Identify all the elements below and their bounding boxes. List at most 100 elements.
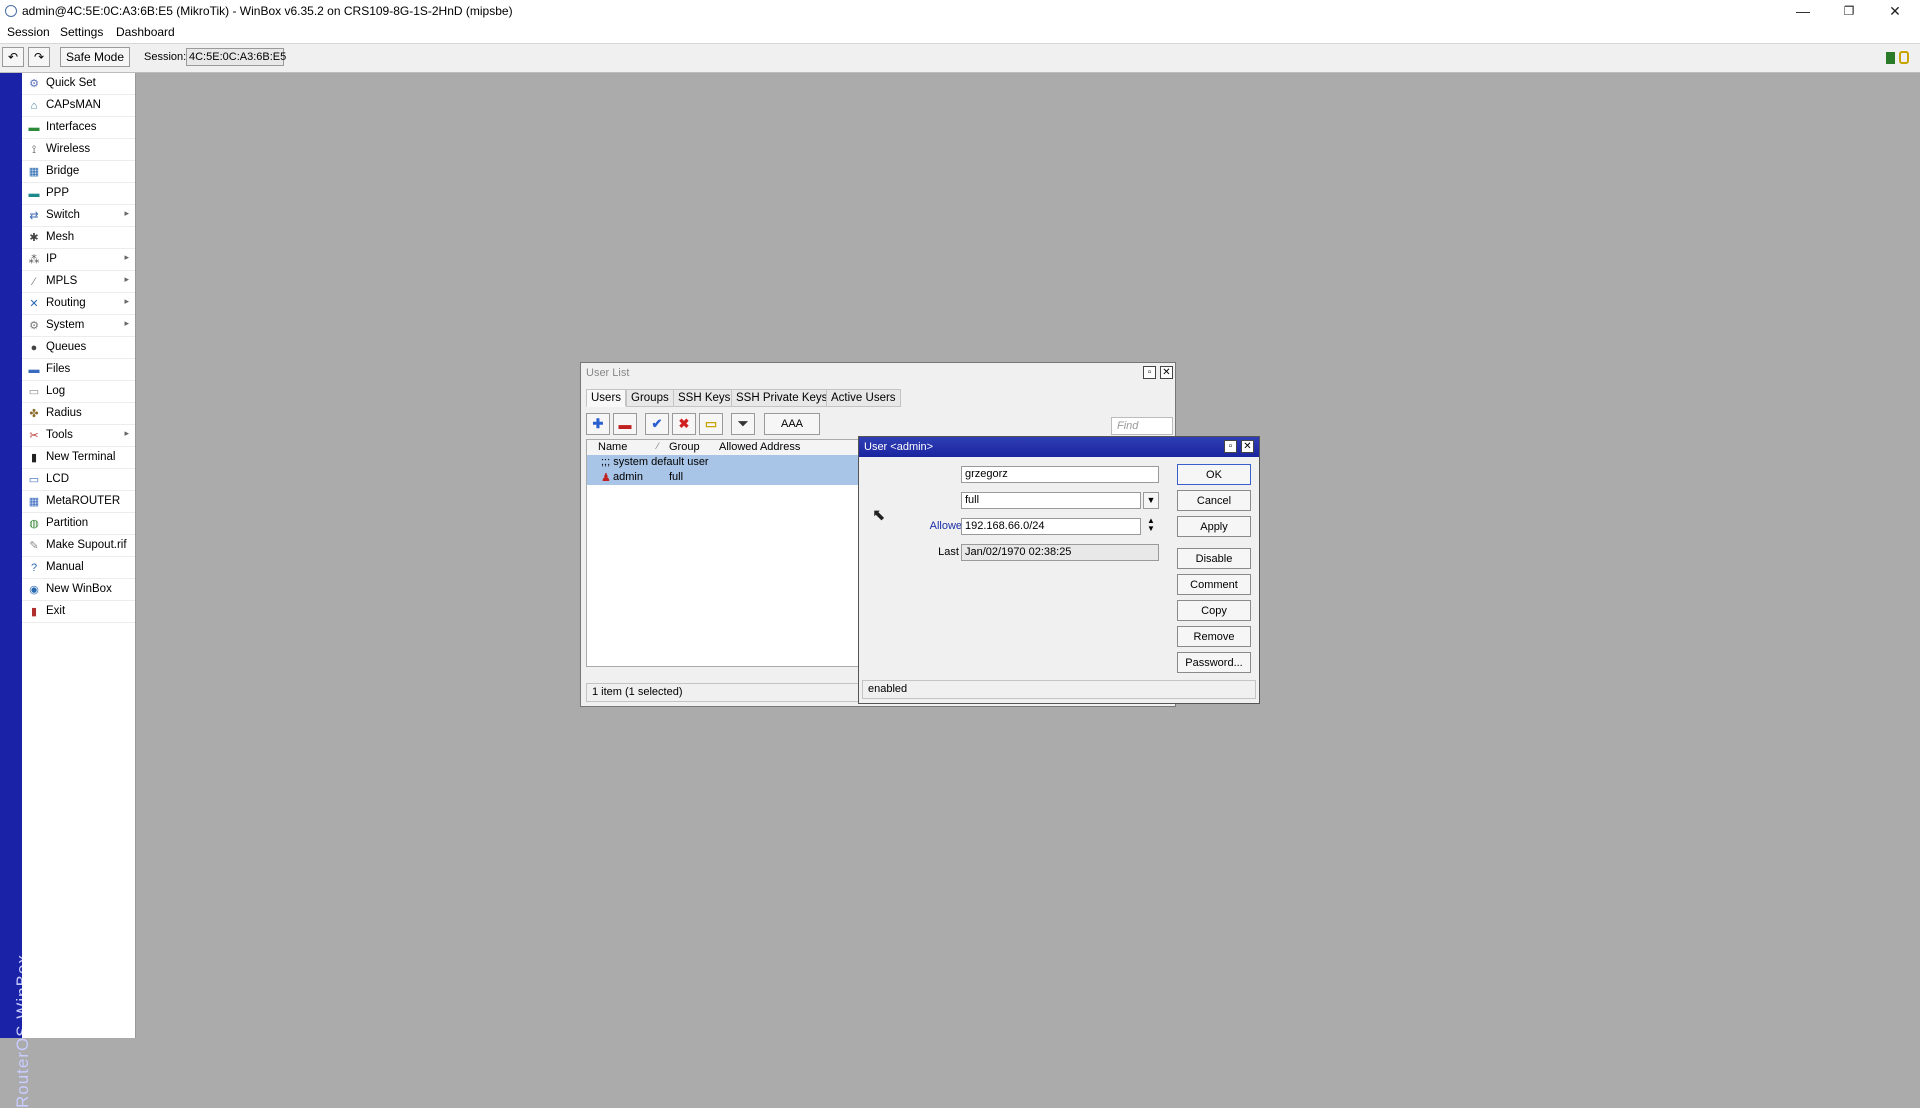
new-winbox-icon: ◉: [29, 584, 39, 596]
sidebar-item-label: Mesh: [46, 231, 75, 243]
password-button[interactable]: Password...: [1177, 652, 1251, 673]
sidebar-item-interfaces[interactable]: ▬ Interfaces: [22, 117, 135, 139]
menu-session[interactable]: Session: [7, 25, 50, 39]
switch-icon: ⇄: [29, 210, 39, 222]
aaa-button[interactable]: AAA: [764, 413, 820, 435]
up-down-arrows-icon[interactable]: ▲ ▼: [1145, 517, 1157, 535]
table-row[interactable]: ♟ admin full: [587, 470, 863, 485]
add-button[interactable]: ✚: [586, 413, 610, 435]
name-field[interactable]: grzegorz: [961, 466, 1159, 483]
minimize-button[interactable]: —: [1780, 0, 1826, 22]
window-title: admin@4C:5E:0C:A3:6B:E5 (MikroTik) - Win…: [22, 4, 513, 18]
menu-settings[interactable]: Settings: [60, 25, 103, 39]
comment-button[interactable]: ▭: [699, 413, 723, 435]
redo-icon: ↷: [33, 50, 45, 64]
session-field[interactable]: 4C:5E:0C:A3:6B:E5: [186, 48, 286, 66]
filter-button[interactable]: ⏷: [731, 413, 755, 435]
winbox-app-icon: [5, 5, 17, 17]
sidebar-item-ip[interactable]: ⁂ IP ▸: [22, 249, 135, 271]
sidebar-item-switch[interactable]: ⇄ Switch ▸: [22, 205, 135, 227]
column-allowed-address[interactable]: Allowed Address: [719, 441, 800, 453]
sidebar-item-label: MetaROUTER: [46, 495, 121, 507]
sidebar-item-new-terminal[interactable]: ▮ New Terminal: [22, 447, 135, 469]
sidebar-item-queues[interactable]: ● Queues: [22, 337, 135, 359]
sidebar-item-wireless[interactable]: ⟟ Wireless: [22, 139, 135, 161]
sidebar-item-mesh[interactable]: ✱ Mesh: [22, 227, 135, 249]
sidebar-item-mpls[interactable]: ⁄ MPLS ▸: [22, 271, 135, 293]
submenu-arrow-icon: ▸: [124, 208, 129, 218]
column-group[interactable]: Group: [669, 441, 700, 453]
sidebar-item-ppp[interactable]: ▬ PPP: [22, 183, 135, 205]
sidebar-item-label: Tools: [46, 429, 73, 441]
sidebar-item-label: Files: [46, 363, 71, 375]
sidebar-item-capsman[interactable]: ⌂ CAPsMAN: [22, 95, 135, 117]
sidebar-item-exit[interactable]: ▮ Exit: [22, 601, 135, 623]
sidebar-item-routing[interactable]: ✕ Routing ▸: [22, 293, 135, 315]
sidebar-item-lcd[interactable]: ▭ LCD: [22, 469, 135, 491]
sidebar-item-new-winbox[interactable]: ◉ New WinBox: [22, 579, 135, 601]
undo-button[interactable]: ↶: [2, 47, 24, 67]
find-input[interactable]: Find: [1111, 417, 1173, 435]
sidebar-item-quick-set[interactable]: ⚙ Quick Set: [22, 73, 135, 95]
redo-button[interactable]: ↷: [28, 47, 50, 67]
menu-dashboard[interactable]: Dashboard: [116, 25, 175, 39]
maximize-icon[interactable]: ▫: [1143, 366, 1156, 379]
safe-mode-button[interactable]: Safe Mode: [60, 47, 130, 67]
sidebar-item-make-supout-rif[interactable]: ✎ Make Supout.rif: [22, 535, 135, 557]
dropdown-arrow-icon[interactable]: ▼: [1143, 492, 1159, 509]
lock-icon: [1899, 51, 1909, 64]
restore-button[interactable]: ❐: [1826, 0, 1872, 22]
enable-button[interactable]: ✔: [645, 413, 669, 435]
user-list-titlebar[interactable]: User List ▫ ✕: [581, 363, 1175, 383]
mesh-icon: ✱: [29, 232, 39, 244]
row-group: full: [669, 471, 684, 483]
sidebar-item-label: Bridge: [46, 165, 80, 177]
close-icon[interactable]: ✕: [1241, 440, 1254, 453]
cancel-button[interactable]: Cancel: [1177, 490, 1251, 511]
interfaces-icon: ▬: [28, 122, 40, 134]
sidebar-item-partition[interactable]: ◍ Partition: [22, 513, 135, 535]
sidebar-item-radius[interactable]: ✤ Radius: [22, 403, 135, 425]
disable-button[interactable]: ✖: [672, 413, 696, 435]
group-select[interactable]: full: [961, 492, 1141, 509]
sidebar-item-bridge[interactable]: ▦ Bridge: [22, 161, 135, 183]
remove-button[interactable]: Remove: [1177, 626, 1251, 647]
menu-bar: Session Settings Dashboard: [0, 22, 1920, 44]
close-icon[interactable]: ✕: [1160, 366, 1173, 379]
comment-button[interactable]: Comment: [1177, 574, 1251, 595]
session-label: Session:: [144, 51, 187, 63]
apply-button[interactable]: Apply: [1177, 516, 1251, 537]
ok-button[interactable]: OK: [1177, 464, 1251, 485]
maximize-icon[interactable]: ▫: [1224, 440, 1237, 453]
partition-icon: ◍: [29, 518, 39, 530]
sidebar-item-tools[interactable]: ✂ Tools ▸: [22, 425, 135, 447]
sidebar-item-label: Radius: [46, 407, 82, 419]
sidebar-item-label: PPP: [46, 187, 70, 199]
sidebar-item-label: Manual: [46, 561, 84, 573]
tab-ssh-private-keys[interactable]: SSH Private Keys: [731, 389, 833, 407]
routing-icon: ✕: [29, 298, 39, 310]
sidebar-item-log[interactable]: ▭ Log: [22, 381, 135, 403]
x-icon: ✖: [678, 416, 690, 431]
copy-button[interactable]: Copy: [1177, 600, 1251, 621]
sidebar-item-manual[interactable]: ? Manual: [22, 557, 135, 579]
sidebar-item-label: Queues: [46, 341, 87, 353]
minus-icon: ▬: [618, 416, 632, 432]
ppp-icon: ▬: [28, 188, 40, 200]
user-dialog-titlebar[interactable]: User <admin> ▫ ✕: [859, 437, 1259, 457]
close-button[interactable]: ✕: [1872, 0, 1918, 22]
column-name[interactable]: Name: [598, 441, 627, 453]
table-row-comment[interactable]: ;;; system default user: [587, 455, 863, 470]
tab-groups[interactable]: Groups: [626, 389, 674, 407]
tab-users[interactable]: Users: [586, 389, 627, 407]
tab-ssh-keys[interactable]: SSH Keys: [673, 389, 736, 407]
sidebar-item-files[interactable]: ▬ Files: [22, 359, 135, 381]
remove-button[interactable]: ▬: [613, 413, 637, 435]
sidebar-item-metarouter[interactable]: ▦ MetaROUTER: [22, 491, 135, 513]
sidebar-item-system[interactable]: ⚙ System ▸: [22, 315, 135, 337]
files-icon: ▬: [28, 364, 40, 376]
disable-button[interactable]: Disable: [1177, 548, 1251, 569]
tab-active-users[interactable]: Active Users: [826, 389, 901, 407]
allowed-address-field[interactable]: 192.168.66.0/24: [961, 518, 1141, 535]
users-table: Name ⁄ Group Allowed Address ;;; system …: [586, 439, 864, 667]
